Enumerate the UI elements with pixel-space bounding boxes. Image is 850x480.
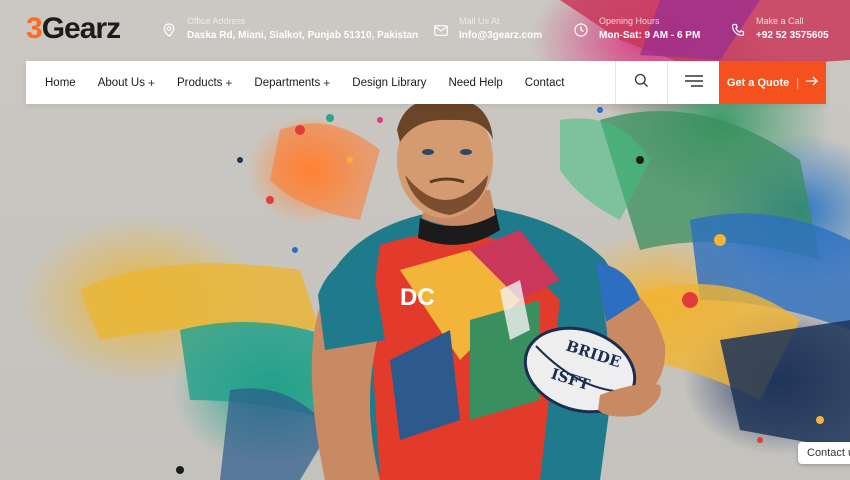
mail-value[interactable]: Info@3gearz.com [459, 28, 542, 43]
clock-icon [572, 21, 590, 39]
nav-item-label: Products [177, 76, 223, 89]
nav-item-need-help[interactable]: Need Help [448, 77, 502, 89]
opening-hours-info: Opening Hours Mon-Sat: 9 AM - 6 PM [572, 15, 700, 43]
nav-item-label: About Us [97, 76, 145, 89]
office-address-info: Office Address Daska Rd, Miani, Sialkot,… [160, 15, 418, 43]
nav-menu: Home About Us + Products + Departments +… [26, 61, 586, 104]
office-address-label: Office Address [187, 16, 246, 26]
call-label: Make a Call [756, 16, 804, 26]
main-navigation: Home About Us + Products + Departments +… [26, 61, 826, 104]
logo-number: 3 [26, 12, 43, 45]
contact-us-tab[interactable]: Contact us [798, 442, 850, 464]
mail-icon [432, 21, 450, 39]
top-info-bar: 3Gearz Office Address Daska Rd, Miani, S… [0, 0, 850, 60]
mail-info[interactable]: Mail Us At Info@3gearz.com [432, 15, 542, 43]
nav-item-label: Departments [254, 76, 321, 89]
arrow-right-icon [806, 76, 819, 89]
call-value[interactable]: +92 52 3575605 [756, 28, 829, 43]
nav-item-departments[interactable]: Departments + [254, 76, 330, 90]
plus-icon: + [148, 75, 156, 90]
nav-item-home[interactable]: Home [45, 77, 76, 89]
get-a-quote-button[interactable]: Get a Quote | [719, 61, 826, 104]
search-icon [634, 73, 649, 93]
office-address-value: Daska Rd, Miani, Sialkot, Punjab 51310, … [187, 30, 419, 41]
plus-icon: + [323, 75, 331, 90]
hamburger-icon [684, 74, 703, 92]
quote-separator: | [796, 76, 800, 89]
map-pin-icon [160, 21, 178, 39]
get-a-quote-label: Get a Quote [726, 76, 790, 89]
mail-label: Mail Us At [459, 16, 500, 26]
logo[interactable]: 3Gearz [26, 12, 121, 46]
phone-icon [729, 21, 747, 39]
search-button[interactable] [615, 61, 667, 104]
nav-item-contact[interactable]: Contact [525, 77, 565, 89]
nav-item-design-library[interactable]: Design Library [352, 77, 426, 89]
nav-item-label: Home [45, 76, 76, 89]
call-info[interactable]: Make a Call +92 52 3575605 [729, 15, 829, 43]
nav-item-label: Need Help [448, 76, 503, 89]
nav-tools: Get a Quote | [615, 61, 826, 104]
nav-item-label: Contact [524, 76, 565, 89]
nav-item-products[interactable]: Products + [177, 76, 232, 90]
nav-item-label: Design Library [352, 76, 427, 89]
opening-hours-value: Mon-Sat: 9 AM - 6 PM [599, 30, 701, 41]
opening-hours-label: Opening Hours [599, 16, 660, 26]
nav-item-about-us[interactable]: About Us + [98, 76, 155, 90]
logo-text: Gearz [41, 12, 121, 45]
menu-toggle-button[interactable] [667, 61, 719, 104]
jersey-logo: DC [400, 284, 435, 311]
plus-icon: + [225, 75, 233, 90]
